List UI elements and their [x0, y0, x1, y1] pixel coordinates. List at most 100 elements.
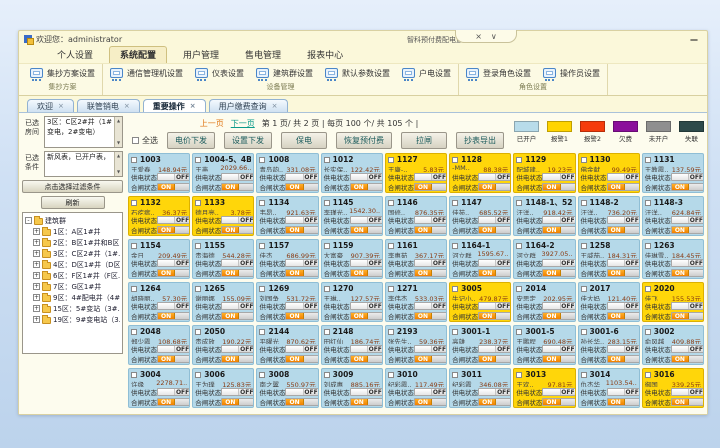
expander-icon[interactable]: + — [33, 305, 40, 312]
switch-status-toggle[interactable]: ON — [414, 355, 447, 363]
ribbon-button[interactable]: 建筑群设置 — [256, 68, 313, 79]
room-checkbox[interactable] — [581, 329, 587, 335]
room-card[interactable]: 1157佳杰686.99元供电状态OFF合闸状态ON — [256, 239, 318, 279]
menu-item-2[interactable]: 用户管理 — [173, 47, 229, 63]
switch-status-toggle[interactable]: ON — [607, 183, 640, 191]
room-checkbox[interactable] — [388, 200, 394, 206]
select-all-checkbox[interactable] — [132, 137, 139, 144]
switch-status-toggle[interactable]: ON — [542, 398, 575, 406]
room-checkbox[interactable] — [581, 157, 587, 163]
switch-status-toggle[interactable]: ON — [221, 183, 254, 191]
ribbon-button[interactable]: 默认参数设置 — [325, 68, 390, 79]
supply-status-toggle[interactable]: OFF — [221, 173, 254, 181]
supply-status-toggle[interactable]: OFF — [607, 173, 640, 181]
room-card[interactable]: 1146国修..876.35元供电状态OFF合闸状态ON — [385, 196, 447, 236]
supply-status-toggle[interactable]: OFF — [350, 173, 383, 181]
room-checkbox[interactable] — [324, 372, 330, 378]
room-card[interactable]: 3002俞风越409.88元供电状态OFF合闸状态ON — [642, 325, 704, 365]
room-checkbox[interactable] — [195, 157, 201, 163]
prev-page-link[interactable]: 上一页 — [200, 118, 224, 129]
switch-status-toggle[interactable]: ON — [671, 398, 704, 406]
room-card[interactable]: 1133德月亮..3.78元供电状态OFF合闸状态ON — [192, 196, 254, 236]
room-checkbox[interactable] — [131, 157, 137, 163]
doc-tab-3[interactable]: 用户缴费查询× — [209, 99, 288, 112]
room-checkbox[interactable] — [645, 157, 651, 163]
menu-item-4[interactable]: 报表中心 — [297, 47, 353, 63]
switch-status-toggle[interactable]: ON — [221, 355, 254, 363]
switch-status-toggle[interactable]: ON — [414, 269, 447, 277]
room-card[interactable]: 2014安思定202.95元供电状态OFF合闸状态ON — [513, 282, 575, 322]
room-card[interactable]: 2017佳大妈121.40元供电状态OFF合闸状态ON — [578, 282, 640, 322]
room-card[interactable]: 2020佳飞155.53元供电状态OFF合闸状态ON — [642, 282, 704, 322]
switch-status-toggle[interactable]: ON — [478, 183, 511, 191]
room-card[interactable]: 1128-MM..88.38元供电状态OFF合闸状态ON — [449, 153, 511, 193]
switch-status-toggle[interactable]: ON — [414, 226, 447, 234]
room-card[interactable]: 3004许缘2278.71..供电状态OFF合闸状态ON — [128, 368, 190, 408]
switch-status-toggle[interactable]: ON — [542, 312, 575, 320]
switch-status-toggle[interactable]: ON — [478, 398, 511, 406]
supply-status-toggle[interactable]: OFF — [671, 388, 704, 396]
switch-status-toggle[interactable]: ON — [671, 226, 704, 234]
room-checkbox[interactable] — [388, 243, 394, 249]
ribbon-button[interactable]: 操作员设置 — [543, 68, 600, 79]
room-card[interactable]: 1164-1河立群1595.67..供电状态OFF合闸状态ON — [449, 239, 511, 279]
room-card[interactable]: 1148-2汪洋..736.20元供电状态OFF合闸状态ON — [578, 196, 640, 236]
supply-status-toggle[interactable]: OFF — [157, 259, 190, 267]
room-card[interactable]: 1269刘国争531.72元供电状态OFF合闸状态ON — [256, 282, 318, 322]
supply-status-toggle[interactable]: OFF — [285, 259, 318, 267]
room-checkbox[interactable] — [452, 157, 458, 163]
supply-status-toggle[interactable]: OFF — [414, 173, 447, 181]
scroll-down-icon[interactable]: ▼ — [117, 169, 120, 175]
supply-status-toggle[interactable]: OFF — [350, 259, 383, 267]
room-checkbox[interactable] — [324, 286, 330, 292]
room-card[interactable]: 1271李伟杰533.03元供电状态OFF合闸状态ON — [385, 282, 447, 322]
switch-status-toggle[interactable]: ON — [157, 226, 190, 234]
ribbon-button[interactable]: 通信管理机设置 — [110, 68, 183, 79]
switch-status-toggle[interactable]: ON — [607, 355, 640, 363]
room-checkbox[interactable] — [324, 329, 330, 335]
switch-status-toggle[interactable]: ON — [478, 269, 511, 277]
switch-status-toggle[interactable]: ON — [671, 355, 704, 363]
tree-item[interactable]: +4区：D区1#井（D区… — [25, 259, 120, 270]
room-checkbox[interactable] — [131, 286, 137, 292]
switch-status-toggle[interactable]: ON — [350, 312, 383, 320]
switch-status-toggle[interactable]: ON — [221, 269, 254, 277]
room-card[interactable]: 3001-6孙长华..283.15元供电状态OFF合闸状态ON — [578, 325, 640, 365]
switch-status-toggle[interactable]: ON — [285, 269, 318, 277]
expander-icon[interactable]: + — [33, 272, 40, 279]
supply-status-toggle[interactable]: OFF — [285, 173, 318, 181]
room-card[interactable]: 1127王康-..5.83元供电状态OFF合闸状态ON — [385, 153, 447, 193]
room-checkbox[interactable] — [581, 286, 587, 292]
room-checkbox[interactable] — [516, 372, 522, 378]
close-icon[interactable]: × — [58, 102, 64, 110]
room-card[interactable]: 1161李惠茹367.17元供电状态OFF合闸状态ON — [385, 239, 447, 279]
supply-status-toggle[interactable]: OFF — [542, 216, 575, 224]
room-card[interactable]: 1155贵海德544.28元供电状态OFF合闸状态ON — [192, 239, 254, 279]
scroll-down-icon[interactable]: ▼ — [117, 140, 120, 146]
room-card[interactable]: 1134韦昂..921.63元供电状态OFF合闸状态ON — [256, 196, 318, 236]
supply-status-toggle[interactable]: OFF — [607, 345, 640, 353]
toolbar-button[interactable]: 设置下发 — [224, 132, 272, 149]
switch-status-toggle[interactable]: ON — [285, 312, 318, 320]
room-card[interactable]: 3016御国339.25元供电状态OFF合闸状态ON — [642, 368, 704, 408]
room-card[interactable]: 3005牛记小..479.87元供电状态OFF合闸状态ON — [449, 282, 511, 322]
expander-icon[interactable]: + — [33, 228, 40, 235]
supply-status-toggle[interactable]: OFF — [607, 216, 640, 224]
room-checkbox[interactable] — [259, 200, 265, 206]
supply-status-toggle[interactable]: OFF — [221, 302, 254, 310]
switch-status-toggle[interactable]: ON — [221, 312, 254, 320]
room-card[interactable]: 2048郑少霞108.68元供电状态OFF合闸状态ON — [128, 325, 190, 365]
switch-status-toggle[interactable]: ON — [285, 226, 318, 234]
room-card[interactable]: 1164-2河立群3927.05..供电状态OFF合闸状态ON — [513, 239, 575, 279]
supply-status-toggle[interactable]: OFF — [221, 259, 254, 267]
selected-rooms-listbox[interactable]: 3区：C区2#井（1#变电，2#变电） ▲ ▼ — [44, 116, 123, 148]
room-checkbox[interactable] — [645, 286, 651, 292]
supply-status-toggle[interactable]: OFF — [157, 216, 190, 224]
switch-status-toggle[interactable]: ON — [414, 183, 447, 191]
switch-status-toggle[interactable]: ON — [607, 226, 640, 234]
switch-status-toggle[interactable]: ON — [350, 226, 383, 234]
toolbar-button[interactable]: 恢复预付费 — [336, 132, 392, 149]
supply-status-toggle[interactable]: OFF — [478, 216, 511, 224]
tree-item[interactable]: +3区：C区2#井（1#… — [25, 248, 120, 259]
notification-handle[interactable]: × ∨ — [455, 30, 517, 43]
